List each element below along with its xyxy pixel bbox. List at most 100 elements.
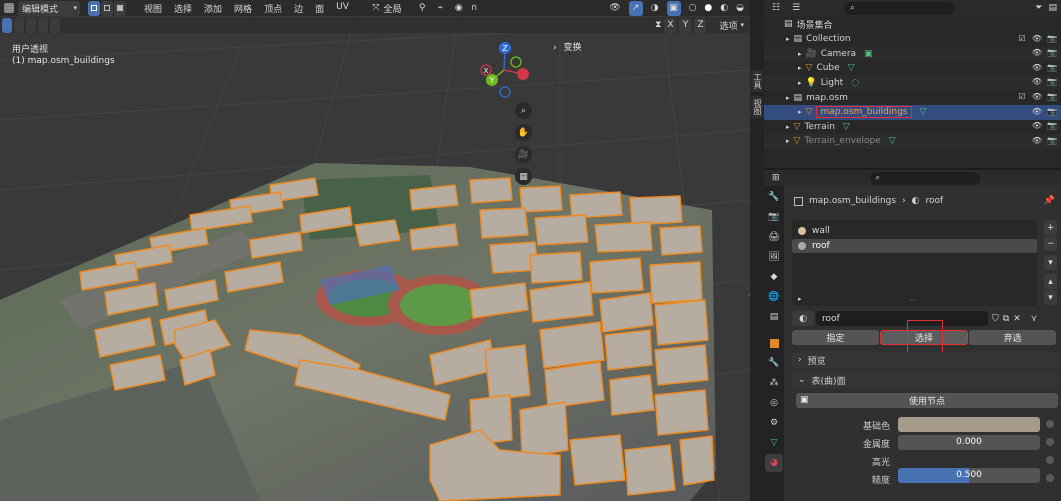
render-camera-icon[interactable]: 📷 (1047, 106, 1057, 116)
properties-search-input[interactable]: ⌕ (869, 171, 980, 185)
assign-button[interactable]: 指定 (792, 330, 879, 345)
object-tab-icon[interactable] (765, 334, 783, 352)
outliner-row[interactable]: ▸ ▽ Terrain_envelope ▽ 👁 📷 (764, 134, 1061, 149)
material-tab-icon[interactable]: ◕ (765, 454, 783, 472)
node-socket-icon[interactable] (1046, 474, 1054, 482)
3d-viewport[interactable]: 编辑模式 ▾ 视图 选择 添加 网格 顶点 边 面 UV ⤧ 全局 ⚲ ⌁ ◉ … (0, 0, 750, 501)
material-shading-icon[interactable]: ◐ (720, 3, 728, 13)
select-intersect-icon[interactable] (50, 17, 60, 33)
map-terrain[interactable] (0, 0, 750, 501)
mirror-x-toggle[interactable]: X (664, 17, 677, 33)
xray-toggle-icon[interactable]: ▣ (666, 0, 681, 16)
zoom-icon[interactable]: ⌕ (515, 102, 532, 119)
rendered-shading-icon[interactable]: ◒ (736, 3, 744, 13)
outliner-row[interactable]: ▸ ▤ Collection ☑ 👁 📷 (764, 32, 1061, 47)
outliner-row[interactable]: ▸ ▽ Cube ▽ 👁 📷 (764, 61, 1061, 76)
view-layer-tab-icon[interactable]: 🖼 (765, 248, 783, 266)
resize-handle-icon[interactable]: ⋯ (910, 296, 917, 304)
fake-user-icon[interactable]: ⛉ (992, 314, 999, 324)
object-data-tab-icon[interactable]: ▽ (765, 434, 783, 452)
move-slot-up-button[interactable]: ▴ (1044, 274, 1057, 289)
outliner-row[interactable]: ▸ ▽ map.osm_buildings ▽ 👁 📷 (764, 105, 1061, 120)
material-slot-wall[interactable]: wall (792, 224, 1037, 238)
surface-panel-header[interactable]: ⌄ 表(曲)面 (792, 372, 1058, 388)
eye-icon[interactable]: 👁 (1032, 121, 1042, 131)
pivot-icon[interactable]: ⚲ (419, 3, 426, 13)
select-extend-icon[interactable] (14, 17, 24, 33)
transform-orientation-dropdown[interactable]: ⤧ 全局 (362, 0, 411, 16)
eye-icon[interactable]: 👁 (1032, 33, 1042, 43)
browse-material-icon[interactable]: ◐ (792, 311, 814, 326)
value-slider[interactable]: 0.500 (898, 468, 1040, 483)
outliner-editor-type-icon[interactable]: ☷ (772, 3, 780, 13)
select-subtract-icon[interactable] (26, 17, 36, 33)
chevron-right-icon[interactable]: ▸ (798, 295, 802, 303)
outliner-row[interactable]: ▸ 🎥 Camera ▣ 👁 📷 (764, 46, 1061, 62)
duplicate-material-icon[interactable]: ⧉ (1003, 314, 1009, 324)
expand-arrow-icon[interactable]: ▸ (786, 94, 790, 102)
eye-icon[interactable]: 👁 (1032, 62, 1042, 72)
falloff-icon[interactable]: ∩ (471, 3, 478, 13)
camera-view-icon[interactable]: 🎥 (515, 146, 532, 163)
expand-arrow-icon[interactable]: ▸ (786, 123, 790, 131)
value-slider[interactable]: 0.000 (898, 435, 1040, 450)
material-name-field[interactable]: roof (816, 311, 988, 326)
options-dropdown[interactable]: 选项 (719, 19, 737, 32)
eye-icon[interactable]: 👁 (1032, 77, 1042, 87)
eye-icon[interactable]: 👁 (1032, 135, 1042, 145)
proportional-edit-icon[interactable]: ◉ (455, 3, 463, 13)
pan-hand-icon[interactable]: ✋ (515, 124, 532, 141)
output-tab-icon[interactable]: 🖨 (765, 228, 783, 246)
slot-specials-button[interactable]: ▾ (1044, 255, 1057, 270)
outliner-row[interactable]: ▸ 💡 Light ◌ 👁 📷 (764, 75, 1061, 91)
overlay-icon[interactable]: ◑ (651, 3, 659, 13)
solid-shading-icon[interactable]: ● (704, 3, 712, 13)
menu-face[interactable]: 面 (309, 2, 330, 15)
mode-dropdown[interactable]: 编辑模式 ▾ (18, 0, 80, 16)
collection-tab-icon[interactable]: ▤ (765, 308, 783, 326)
exclude-checkbox-icon[interactable]: ☑ (1017, 33, 1027, 43)
visibility-icon[interactable]: 👁 (609, 3, 620, 13)
perspective-grid-icon[interactable]: ▦ (515, 168, 532, 185)
menu-mesh[interactable]: 网格 (228, 2, 258, 15)
scene-tab-icon[interactable]: ◆ (765, 268, 783, 286)
select-invert-icon[interactable] (38, 17, 48, 33)
tool-tab-icon[interactable]: 🔧 (765, 188, 783, 206)
particles-tab-icon[interactable]: ⁂ (765, 374, 783, 392)
exclude-checkbox-icon[interactable]: ☑ (1017, 91, 1027, 101)
mirror-z-toggle[interactable]: Z (694, 17, 707, 33)
face-select-mode-button[interactable] (114, 0, 126, 16)
eye-icon[interactable]: 👁 (1032, 48, 1042, 58)
eye-icon[interactable]: 👁 (1032, 91, 1042, 101)
select-box-icon[interactable] (2, 17, 12, 33)
preview-panel-header[interactable]: › 预览 (792, 352, 1058, 368)
menu-add[interactable]: 添加 (198, 2, 228, 15)
properties-editor-icon[interactable]: ⊞ (772, 173, 780, 183)
render-camera-icon[interactable]: 📷 (1047, 135, 1057, 145)
menu-uv[interactable]: UV (330, 2, 355, 15)
render-camera-icon[interactable]: 📷 (1047, 62, 1057, 72)
add-slot-button[interactable]: + (1044, 220, 1057, 235)
base-color-swatch[interactable] (898, 417, 1040, 432)
pin-icon[interactable]: 📌 (1044, 196, 1055, 206)
wireframe-shading-icon[interactable]: ○ (689, 3, 697, 13)
edge-select-mode-button[interactable] (101, 0, 113, 16)
remove-slot-button[interactable]: − (1044, 236, 1057, 251)
physics-tab-icon[interactable]: ◎ (765, 394, 783, 412)
render-tab-icon[interactable]: 📷 (765, 208, 783, 226)
render-camera-icon[interactable]: 📷 (1047, 48, 1057, 58)
outliner-row[interactable]: ▸ ▽ Terrain ▽ 👁 📷 (764, 120, 1061, 135)
expand-arrow-icon[interactable]: ▸ (798, 108, 802, 116)
expand-arrow-icon[interactable]: ▸ (786, 35, 790, 43)
constraints-tab-icon[interactable]: ⚙ (765, 414, 783, 432)
eye-icon[interactable]: 👁 (1032, 106, 1042, 116)
world-tab-icon[interactable]: 🌐 (765, 288, 783, 306)
menu-select[interactable]: 选择 (168, 2, 198, 15)
new-collection-icon[interactable]: ▤ (1048, 3, 1057, 13)
material-slot-roof[interactable]: roof (792, 239, 1037, 253)
snap-icon[interactable]: ⌁ (437, 3, 442, 13)
node-link-icon[interactable]: ⋎ (1031, 314, 1038, 324)
unlink-material-icon[interactable]: ✕ (1013, 314, 1021, 324)
tab-tool[interactable]: 工具 (751, 70, 763, 92)
tab-view[interactable]: 视图 (751, 96, 763, 118)
